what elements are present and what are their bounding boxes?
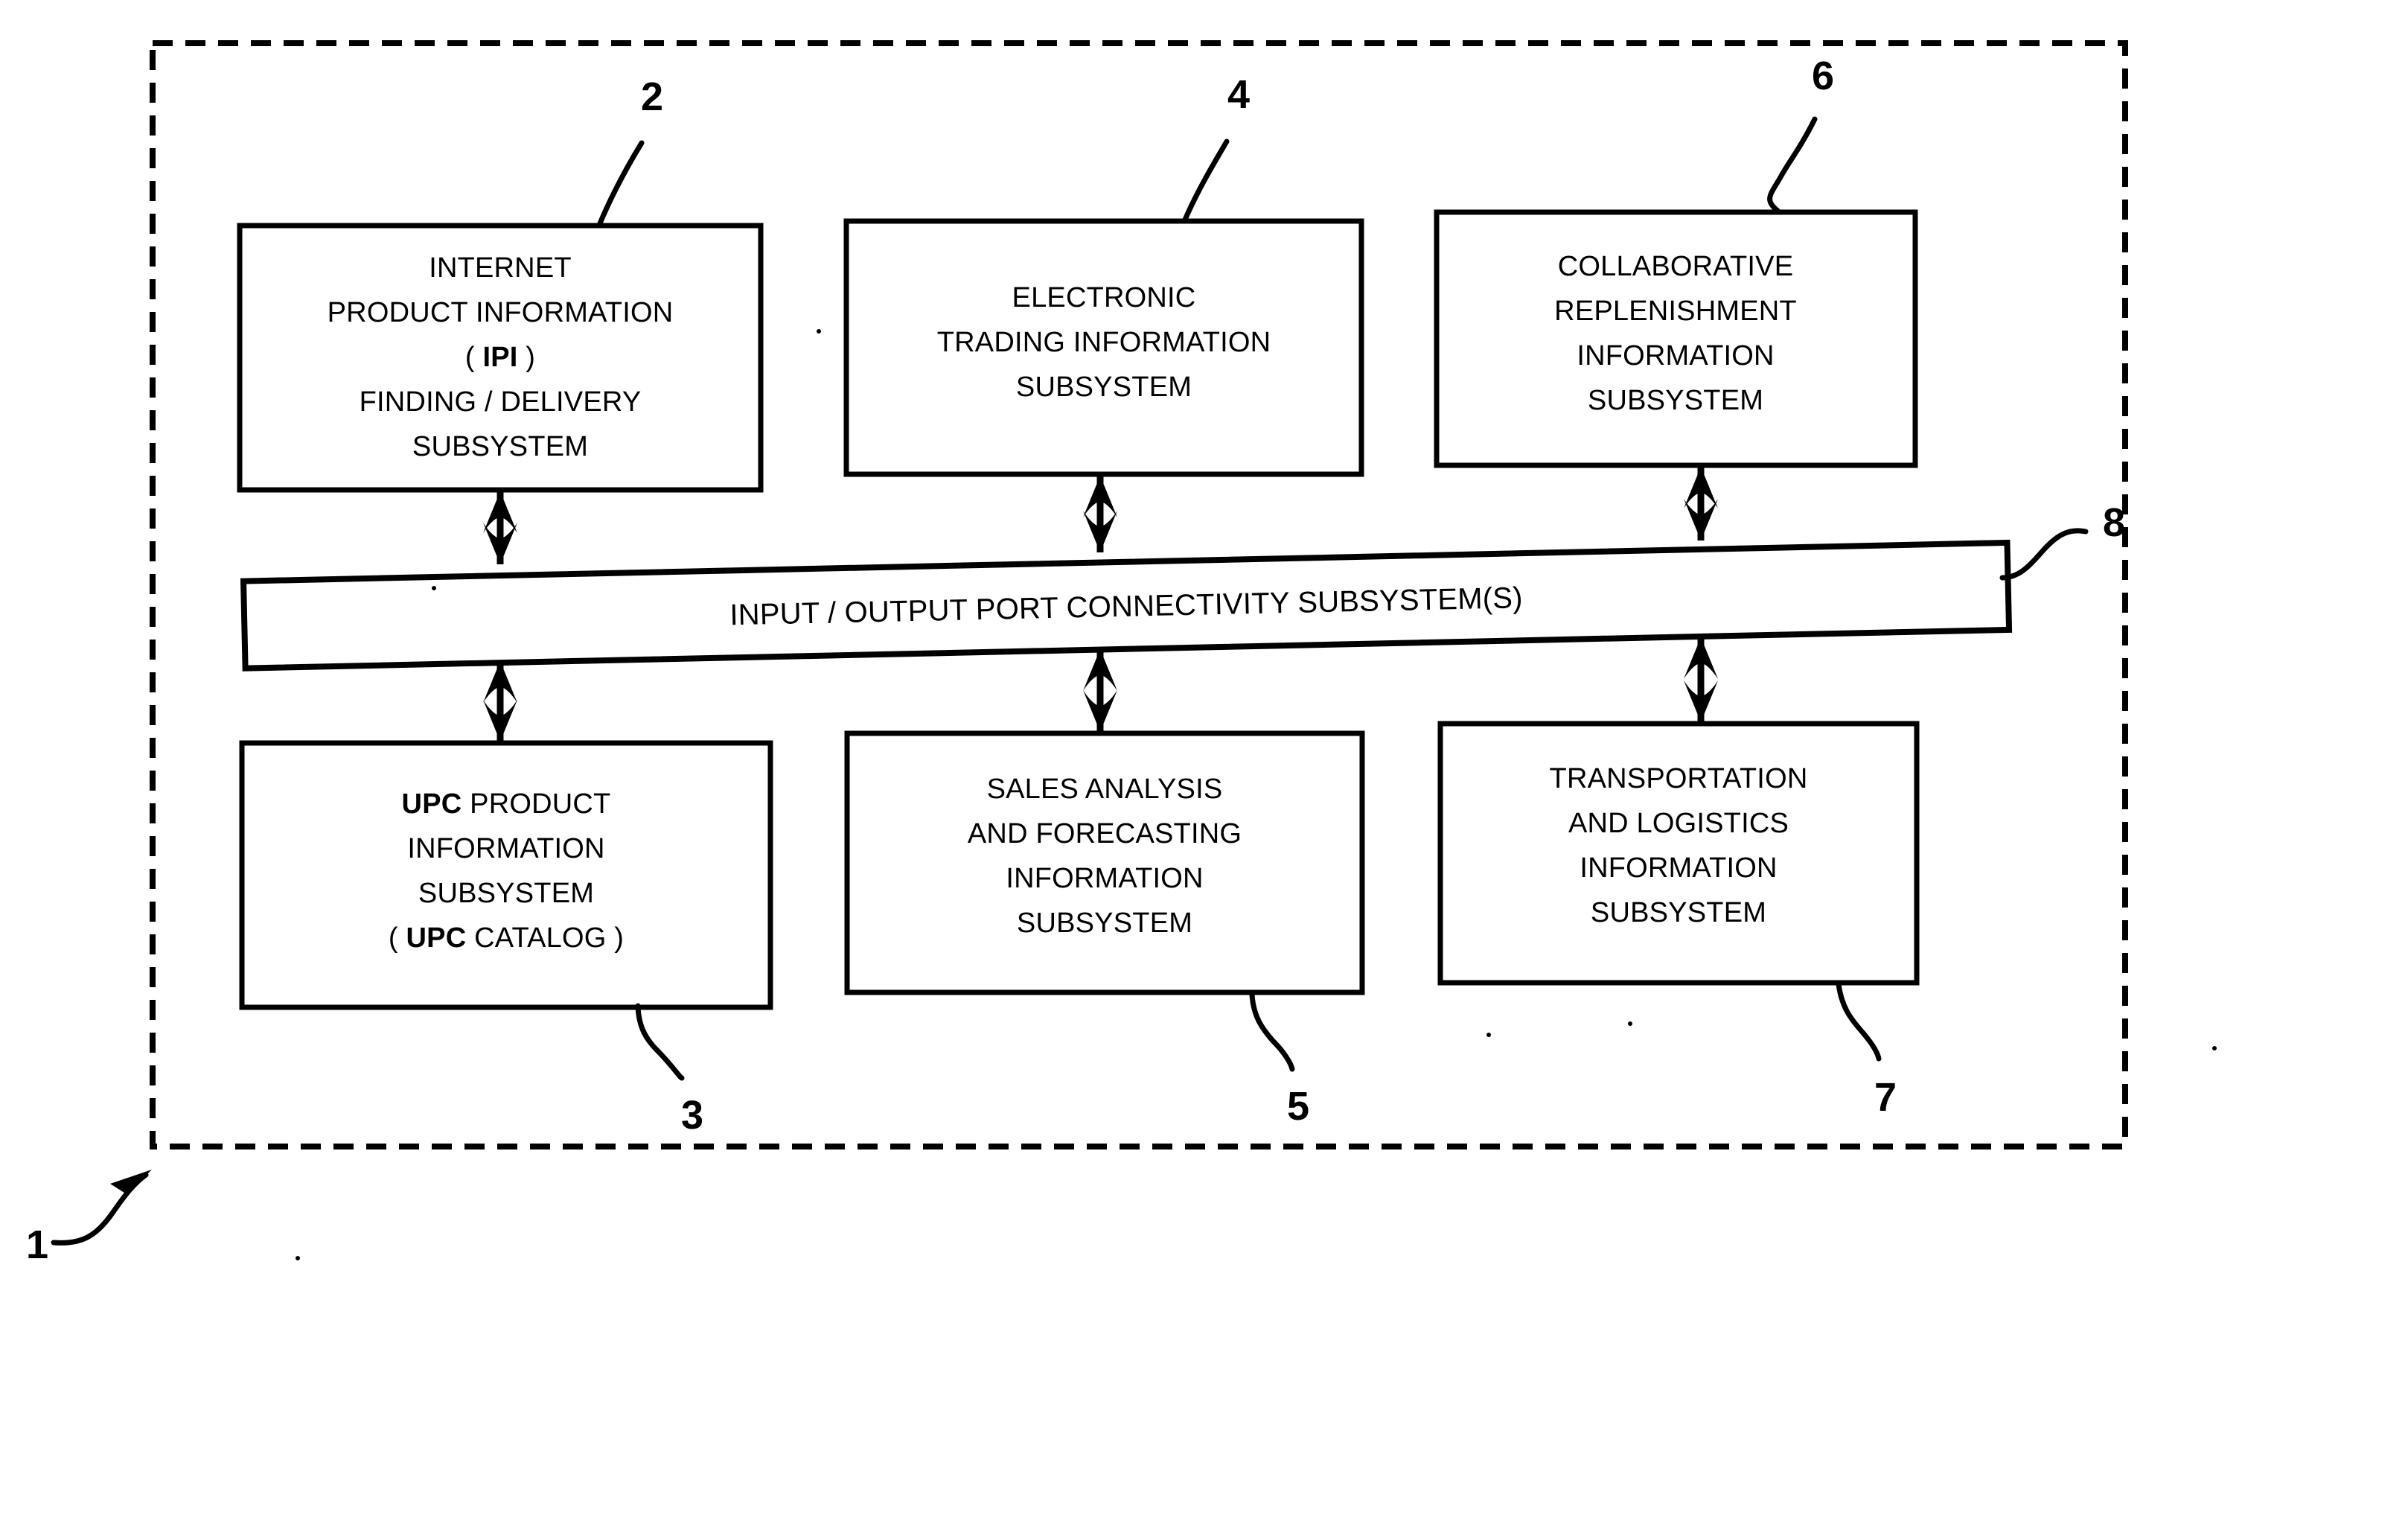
ref-leader-6: [1767, 116, 1818, 214]
box-line: SALES ANALYSIS: [987, 774, 1223, 805]
box-outline: [239, 740, 773, 1010]
figure-canvas: INTERNET PRODUCT INFORMATION ( IPI ) FIN…: [26, 40, 2217, 1267]
connector-collaborative-to-bar: [1684, 467, 1718, 541]
box-line: FINDING / DELIVERY: [360, 386, 642, 418]
ref-leader-4: [1182, 138, 1230, 223]
box-line: SUBSYSTEM: [412, 431, 588, 462]
subsystem-box-collaborative-replenishment[interactable]: COLLABORATIVE REPLENISHMENT INFORMATION …: [1434, 209, 1918, 468]
subsystem-box-electronic-trading[interactable]: ELECTRONIC TRADING INFORMATION SUBSYSTEM: [843, 218, 1364, 477]
ref-numeral-3: 3: [681, 1093, 703, 1138]
box-line: INFORMATION: [1006, 863, 1203, 894]
box-line: SUBSYSTEM: [1591, 897, 1766, 928]
ref-numeral-1: 1: [26, 1222, 48, 1267]
ref-numeral-7: 7: [1874, 1075, 1897, 1120]
scan-speck: [432, 586, 436, 590]
subsystem-box-upc-product[interactable]: UPC PRODUCT INFORMATION SUBSYSTEM ( UPC …: [239, 740, 773, 1010]
box-line: REPLENISHMENT: [1554, 296, 1797, 327]
box-line: INTERNET: [429, 252, 572, 284]
ref-leader-1: [51, 1170, 152, 1246]
box-line: COLLABORATIVE: [1558, 251, 1794, 282]
ref-leader-3: [635, 1003, 685, 1081]
subsystem-box-internet-ipi[interactable]: INTERNET PRODUCT INFORMATION ( IPI ) FIN…: [237, 223, 764, 493]
box-line: SUBSYSTEM: [1017, 908, 1192, 939]
box-line: SUBSYSTEM: [1016, 372, 1192, 403]
ref-leader-5: [1249, 992, 1295, 1072]
box-outline: [1434, 209, 1918, 468]
scan-speck: [817, 329, 821, 334]
ref-numeral-6: 6: [1812, 54, 1834, 98]
ref-numeral-4: 4: [1227, 72, 1250, 117]
box-line-upc: UPC PRODUCT: [402, 788, 611, 820]
box-line: TRANSPORTATION: [1550, 763, 1808, 794]
box-line: TRADING INFORMATION: [937, 327, 1271, 358]
ref-numeral-8: 8: [2103, 500, 2125, 545]
patent-figure: INTERNET PRODUCT INFORMATION ( IPI ) FIN…: [0, 0, 2408, 1521]
box-line: INFORMATION: [1577, 340, 1774, 372]
ref-numeral-5: 5: [1287, 1084, 1309, 1129]
io-port-connectivity-bar[interactable]: INPUT / OUTPUT PORT CONNECTIVITY SUBSYST…: [240, 539, 2013, 672]
box-line: SUBSYSTEM: [1588, 385, 1763, 416]
ref-leader-2: [597, 140, 645, 226]
connector-bar-to-upc: [483, 661, 517, 742]
ref-leader-7: [1836, 981, 1882, 1062]
scan-speck: [296, 1256, 300, 1260]
connector-internet-to-bar: [483, 491, 517, 564]
box-line: ELECTRONIC: [1012, 282, 1196, 313]
subsystem-box-transportation-logistics[interactable]: TRANSPORTATION AND LOGISTICS INFORMATION…: [1437, 721, 1920, 986]
box-line: AND FORECASTING: [968, 818, 1242, 849]
scan-speck: [2212, 1046, 2217, 1050]
ref-numeral-2: 2: [641, 74, 663, 119]
subsystem-box-sales-analysis[interactable]: SALES ANALYSIS AND FORECASTING INFORMATI…: [844, 730, 1365, 995]
box-line-ipi: ( IPI ): [465, 342, 535, 373]
ref-leader-8: [1999, 528, 2089, 581]
scan-speck: [1486, 1033, 1491, 1037]
box-line: AND LOGISTICS: [1568, 808, 1789, 839]
connector-electronic-to-bar: [1083, 476, 1117, 552]
box-line: INFORMATION: [407, 833, 604, 864]
box-line-upc-catalog: ( UPC CATALOG ): [389, 922, 624, 954]
connector-bar-to-sales: [1083, 649, 1117, 732]
box-line: SUBSYSTEM: [418, 878, 594, 909]
connector-bar-to-transportation: [1684, 637, 1718, 722]
box-line: PRODUCT INFORMATION: [328, 297, 674, 328]
box-line: INFORMATION: [1580, 852, 1777, 884]
scan-speck: [1628, 1021, 1632, 1026]
